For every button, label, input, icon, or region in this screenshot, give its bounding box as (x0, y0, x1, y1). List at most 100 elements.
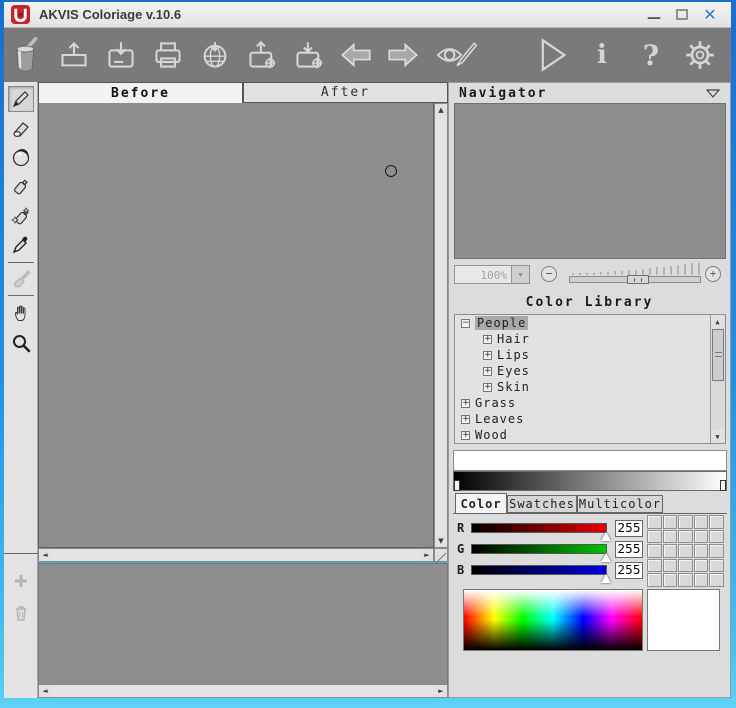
keep-color-tool[interactable] (8, 145, 34, 171)
strokes-scroll-left-button[interactable]: ◄ (39, 685, 51, 697)
resize-grip[interactable] (434, 548, 448, 562)
swatch-cell[interactable] (647, 530, 662, 544)
expand-box-icon[interactable]: + (461, 431, 470, 440)
swatch-cell[interactable] (709, 559, 724, 573)
paint-tube-tool[interactable] (8, 174, 34, 200)
strokes-panel[interactable] (38, 563, 448, 698)
strokes-scroll-right-button[interactable]: ► (435, 685, 447, 697)
tree-node-people[interactable]: − People (455, 315, 725, 331)
tab-color[interactable]: Color (455, 493, 507, 513)
tree-scroll-thumb[interactable] (712, 329, 724, 381)
tree-node-skin[interactable]: + Skin (455, 379, 725, 395)
redo-button[interactable] (386, 35, 420, 75)
brightness-ramp[interactable] (453, 450, 727, 471)
publish-web-button[interactable] (198, 35, 232, 75)
collapse-triangle-icon[interactable] (706, 89, 720, 98)
gradient-left-handle[interactable] (454, 480, 460, 491)
expand-box-icon[interactable]: + (461, 399, 470, 408)
eyedropper-tool[interactable] (8, 232, 34, 258)
swatch-cell[interactable] (647, 515, 662, 529)
eraser-tool[interactable] (8, 116, 34, 142)
swatch-cell[interactable] (647, 573, 662, 587)
swatch-cell[interactable] (663, 559, 678, 573)
swatch-cell[interactable] (647, 544, 662, 558)
canvas-hscrollbar[interactable]: ◄ ► (38, 548, 434, 562)
maximize-button[interactable] (673, 6, 691, 24)
swatch-cell[interactable] (678, 515, 693, 529)
swatch-cell[interactable] (694, 530, 709, 544)
swatch-cell[interactable] (678, 544, 693, 558)
swatch-cell[interactable] (678, 530, 693, 544)
tab-multicolor[interactable]: Multicolor (577, 495, 663, 513)
open-image-button[interactable] (57, 35, 91, 75)
expand-box-icon[interactable]: + (483, 383, 492, 392)
swatch-cell[interactable] (694, 573, 709, 587)
upload-settings-button[interactable] (245, 35, 279, 75)
zoom-combobox[interactable]: 100% ▼ (454, 265, 530, 284)
help-button[interactable]: ? (634, 35, 668, 75)
collapse-box-icon[interactable]: − (461, 319, 470, 328)
hand-tool[interactable] (8, 300, 34, 326)
scroll-up-button[interactable]: ▲ (435, 104, 447, 116)
gradient-right-handle[interactable] (720, 480, 726, 491)
gradient-bar[interactable] (453, 471, 727, 491)
strokes-hscrollbar[interactable]: ◄ ► (38, 684, 448, 698)
tree-node-lips[interactable]: + Lips (455, 347, 725, 363)
red-value-input[interactable] (615, 520, 643, 537)
tree-scrollbar[interactable]: ▲ ▼ (710, 315, 725, 443)
swatch-cell[interactable] (709, 530, 724, 544)
swatch-cell[interactable] (709, 573, 724, 587)
expand-box-icon[interactable]: + (461, 415, 470, 424)
tree-node-leaves[interactable]: + Leaves (455, 411, 725, 427)
swatch-cell[interactable] (663, 515, 678, 529)
run-button[interactable] (536, 35, 570, 75)
tree-node-wood[interactable]: + Wood (455, 427, 725, 443)
canvas-vscrollbar[interactable]: ▲ ▼ (434, 103, 448, 548)
info-button[interactable]: i (585, 35, 619, 75)
minimize-button[interactable]: — (645, 6, 663, 24)
swatch-cell[interactable] (663, 530, 678, 544)
zoom-out-button[interactable]: − (541, 266, 557, 282)
blue-value-input[interactable] (615, 562, 643, 579)
swatch-cell[interactable] (678, 559, 693, 573)
scroll-left-button[interactable]: ◄ (39, 549, 51, 561)
swatch-cell[interactable] (647, 559, 662, 573)
magic-tube-tool[interactable] (8, 203, 34, 229)
zoom-dropdown-button[interactable]: ▼ (512, 265, 530, 284)
undo-button[interactable] (339, 35, 373, 75)
swatch-cell[interactable] (663, 544, 678, 558)
green-slider[interactable] (471, 544, 607, 554)
tree-node-hair[interactable]: + Hair (455, 331, 725, 347)
pencil-tool[interactable] (8, 86, 34, 112)
add-button[interactable] (8, 568, 34, 594)
zoom-tool[interactable] (8, 330, 34, 356)
tree-scroll-down-button[interactable]: ▼ (711, 430, 724, 443)
save-image-button[interactable] (104, 35, 138, 75)
download-settings-button[interactable] (292, 35, 326, 75)
tab-before[interactable]: Before (38, 82, 243, 103)
tab-swatches[interactable]: Swatches (507, 495, 577, 513)
swatch-cell[interactable] (663, 573, 678, 587)
red-slider[interactable] (471, 523, 607, 533)
image-canvas[interactable] (38, 103, 434, 548)
navigator-preview[interactable] (454, 103, 726, 259)
swatch-cell[interactable] (694, 544, 709, 558)
paint-can-logo-button[interactable] (10, 35, 44, 75)
preferences-button[interactable] (683, 35, 717, 75)
scroll-down-button[interactable]: ▼ (435, 535, 447, 547)
swatch-cell[interactable] (694, 559, 709, 573)
zoom-slider-thumb[interactable] (627, 275, 649, 284)
swatch-cell[interactable] (678, 573, 693, 587)
swatch-cell[interactable] (709, 544, 724, 558)
close-button[interactable]: ✕ (701, 6, 719, 24)
swatch-cell[interactable] (694, 515, 709, 529)
tree-node-eyes[interactable]: + Eyes (455, 363, 725, 379)
blue-slider[interactable] (471, 565, 607, 575)
tab-after[interactable]: After (243, 82, 448, 103)
expand-box-icon[interactable]: + (483, 335, 492, 344)
swatch-cell[interactable] (709, 515, 724, 529)
tree-node-grass[interactable]: + Grass (455, 395, 725, 411)
expand-box-icon[interactable]: + (483, 367, 492, 376)
preview-brush-button[interactable] (433, 35, 479, 75)
color-spectrum-picker[interactable] (463, 589, 643, 651)
